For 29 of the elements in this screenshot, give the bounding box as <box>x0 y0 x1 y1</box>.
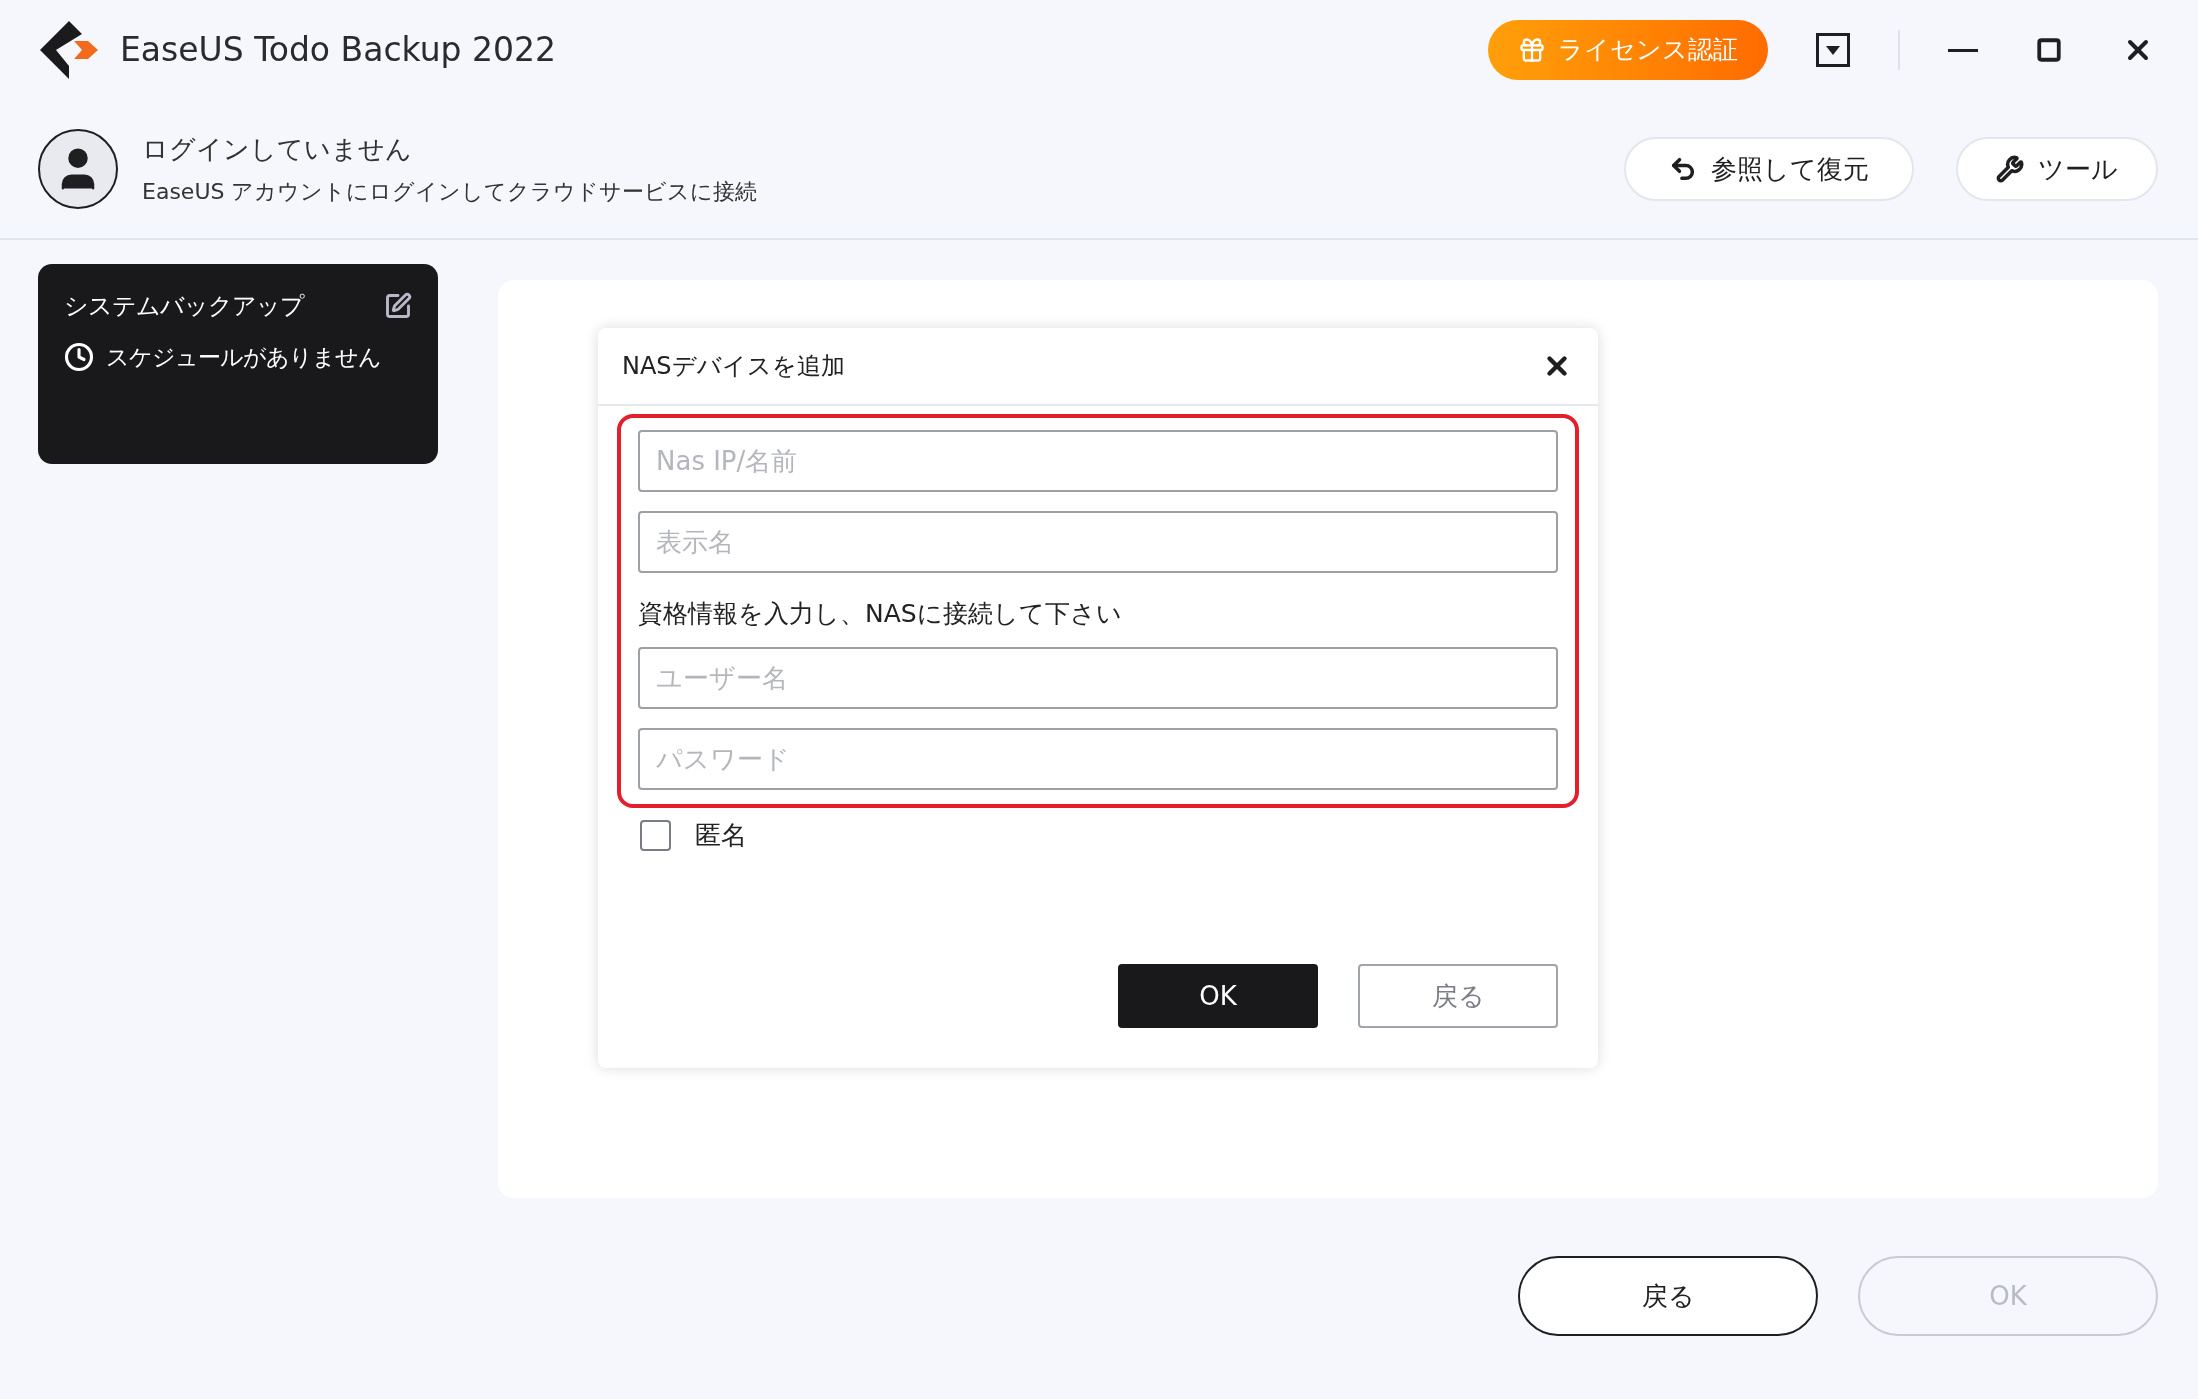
minimize-icon <box>1948 48 1978 52</box>
edit-icon[interactable] <box>384 292 412 320</box>
back-arrow-icon <box>1669 155 1697 183</box>
app-logo-icon <box>38 19 100 81</box>
input-field[interactable]: ユーザー名 <box>638 646 1558 709</box>
login-status: ログインしていません <box>142 133 413 166</box>
anonymous-label: 匿名 <box>695 819 747 852</box>
wrench-icon <box>1996 155 2024 183</box>
caret-icon <box>1826 45 1840 55</box>
clock-icon <box>64 342 94 373</box>
credentials-label: 資格情報を入力し、NASに接続して下さい <box>638 598 1123 630</box>
back-button[interactable]: 戻る <box>1358 964 1558 1028</box>
password-field[interactable]: パスワード <box>638 727 1558 790</box>
schedule-text: スケジュールがありません <box>106 343 381 372</box>
restore-button[interactable]: 参照して復元 <box>1624 137 1914 201</box>
login-hint: EaseUS アカウントにログインしてクラウドサービスに接続 <box>142 178 758 206</box>
window-title: EaseUS Todo Backup 2022 <box>120 29 556 72</box>
gift-icon <box>1518 36 1546 64</box>
dropdown-button[interactable] <box>1816 33 1850 67</box>
tools-button[interactable]: ツール <box>1956 137 2158 201</box>
input-field[interactable]: Nas IP/名前 <box>638 430 1558 492</box>
maximize-icon <box>2036 37 2062 63</box>
dialog-title: NASデバイスを追加 <box>622 351 845 382</box>
anonymous-checkbox[interactable] <box>640 820 671 851</box>
input-field[interactable]: 表示名 <box>638 511 1558 573</box>
back-button[interactable]: 戻る <box>1518 1256 1818 1336</box>
backup-title: システムバックアップ <box>64 291 304 322</box>
backup-card[interactable]: システムバックアップ スケジュールがありません <box>38 264 438 464</box>
ok-button[interactable]: OK <box>1118 964 1318 1028</box>
